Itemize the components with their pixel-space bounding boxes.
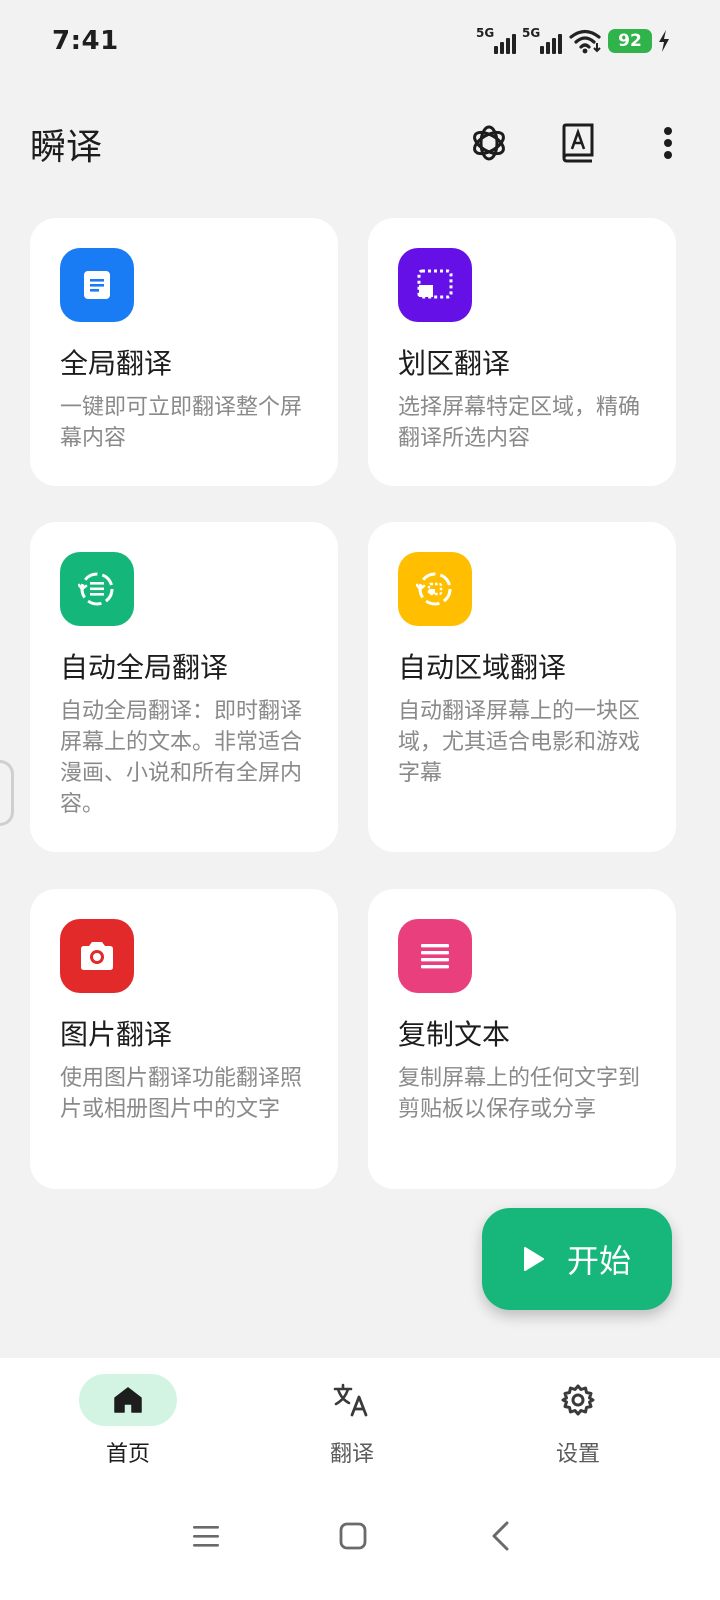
feature-icon-tile <box>60 248 134 322</box>
feature-title: 自动全局翻译 <box>60 651 229 684</box>
openai-icon <box>473 125 505 161</box>
sim1-network-label: 5G <box>476 26 495 40</box>
auto-region-icon <box>416 572 452 606</box>
feature-title: 图片翻译 <box>60 1018 173 1051</box>
nav-item-home[interactable]: 首页 <box>58 1374 198 1474</box>
text-lines-icon <box>421 944 449 969</box>
nav-item-settings[interactable]: 设置 <box>508 1374 648 1474</box>
ai-assistant-button[interactable] <box>464 118 514 168</box>
feature-description: 使用图片翻译功能翻译照片或相册图片中的文字 <box>60 1066 303 1122</box>
feature-icon-tile <box>398 552 472 626</box>
play-icon <box>523 1247 544 1271</box>
menu-icon <box>193 1526 219 1547</box>
feature-title: 复制文本 <box>398 1018 511 1051</box>
auto-global-icon <box>78 572 114 606</box>
nav-label-home: 首页 <box>105 1442 150 1467</box>
system-navigation-bar <box>0 1484 720 1600</box>
region-select-icon <box>417 269 453 299</box>
nav-item-translate[interactable]: 翻译 <box>282 1374 422 1474</box>
system-back-button[interactable] <box>470 1506 530 1566</box>
document-icon <box>84 271 110 299</box>
start-button-label: 开始 <box>566 1242 631 1280</box>
nav-label-settings: 设置 <box>555 1442 600 1467</box>
sim2-signal-icon: 5G <box>522 26 562 56</box>
home-icon <box>114 1387 142 1413</box>
square-home-icon <box>339 1522 367 1550</box>
dictionary-icon <box>562 123 594 163</box>
battery-indicator: 92 <box>608 29 652 53</box>
system-home-button[interactable] <box>323 1506 383 1566</box>
wifi-icon <box>569 29 601 54</box>
feature-description: 自动翻译屏幕上的一块区域，尤其适合电影和游戏字幕 <box>398 699 641 786</box>
sim2-network-label: 5G <box>522 26 541 40</box>
feature-card-region-translate[interactable]: 划区翻译 选择屏幕特定区域，精确翻译所选内容 <box>368 218 676 486</box>
back-icon <box>492 1521 509 1551</box>
more-options-button[interactable] <box>643 118 693 168</box>
feature-description: 一键即可立即翻译整个屏幕内容 <box>60 395 303 451</box>
feature-title: 全局翻译 <box>60 347 173 380</box>
charging-icon <box>659 30 669 52</box>
dictionary-button[interactable] <box>553 118 603 168</box>
feature-title: 自动区域翻译 <box>398 651 567 684</box>
feature-card-image-translate[interactable]: 图片翻译 使用图片翻译功能翻译照片或相册图片中的文字 <box>30 889 338 1189</box>
feature-icon-tile <box>398 248 472 322</box>
more-vert-icon <box>664 127 672 159</box>
feature-description: 选择屏幕特定区域，精确翻译所选内容 <box>398 395 641 451</box>
feature-icon-tile <box>60 552 134 626</box>
feature-description: 复制屏幕上的任何文字到剪贴板以保存或分享 <box>398 1066 641 1122</box>
screen: 7:41 5G 5G 92 瞬译 全局翻译 一键即可立即翻译整个屏幕内容 划区翻… <box>0 0 720 1600</box>
status-time: 7:41 <box>52 26 119 56</box>
gear-icon <box>561 1384 595 1416</box>
feature-card-global-translate[interactable]: 全局翻译 一键即可立即翻译整个屏幕内容 <box>30 218 338 486</box>
app-bar: 瞬译 <box>0 100 720 186</box>
sim1-signal-icon: 5G <box>476 26 516 56</box>
feature-title: 划区翻译 <box>398 347 511 380</box>
edge-panel-handle[interactable] <box>0 760 14 826</box>
status-bar: 7:41 5G 5G 92 <box>0 0 720 86</box>
bottom-navigation: 首页 翻译 设置 <box>0 1358 720 1484</box>
feature-card-auto-region-translate[interactable]: 自动区域翻译 自动翻译屏幕上的一块区域，尤其适合电影和游戏字幕 <box>368 522 676 852</box>
feature-description: 自动全局翻译：即时翻译屏幕上的文本。非常适合漫画、小说和所有全屏内容。 <box>60 699 303 817</box>
status-icons: 5G 5G 92 <box>476 24 670 58</box>
camera-icon <box>81 942 113 970</box>
feature-icon-tile <box>60 919 134 993</box>
app-title: 瞬译 <box>30 127 103 168</box>
recent-apps-button[interactable] <box>176 1506 236 1566</box>
start-button[interactable]: 开始 <box>482 1208 672 1310</box>
feature-card-copy-text[interactable]: 复制文本 复制屏幕上的任何文字到剪贴板以保存或分享 <box>368 889 676 1189</box>
translate-icon <box>333 1383 368 1417</box>
feature-icon-tile <box>398 919 472 993</box>
nav-label-translate: 翻译 <box>329 1442 374 1467</box>
nav-active-indicator <box>79 1374 177 1426</box>
feature-card-auto-global-translate[interactable]: 自动全局翻译 自动全局翻译：即时翻译屏幕上的文本。非常适合漫画、小说和所有全屏内… <box>30 522 338 852</box>
